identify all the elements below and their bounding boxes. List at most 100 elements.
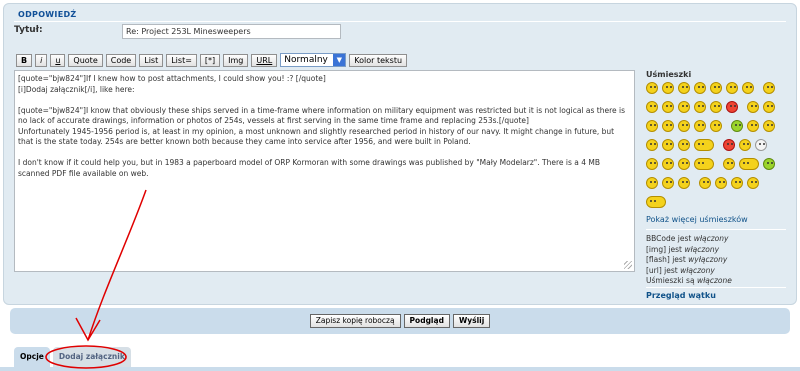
subject-input[interactable] [122,24,341,39]
bold-button[interactable]: B [16,53,33,67]
quote-button[interactable]: Quote [68,53,103,67]
tab-attachments[interactable]: Dodaj załącznik [52,347,131,367]
smiley-icon[interactable] [678,177,690,189]
smilies-status: Uśmieszki są włączone [646,276,732,287]
save-draft-button[interactable]: Zapisz kopię roboczą [309,314,401,328]
message-paragraph: [quote="bjw824"]If I knew how to post at… [18,74,326,94]
url-status: [url] jest włączony [646,266,732,277]
smilies-grid [646,82,786,215]
smiley-icon[interactable] [662,101,674,113]
status-label: BBCode jest [646,234,694,243]
smiley-icon[interactable] [747,101,760,113]
font-size-select[interactable]: Normalny ▼ [280,53,347,67]
img-button[interactable]: Img [223,53,249,67]
smiley-icon[interactable] [694,120,706,132]
smiley-icon[interactable] [723,158,736,170]
smiley-icon[interactable] [662,120,674,132]
status-label: Uśmieszki są [646,276,697,285]
send-button[interactable]: Wyślij [452,314,491,328]
smiley-icon[interactable] [678,139,690,151]
smiley-icon[interactable] [646,82,658,94]
smiley-icon[interactable] [662,177,674,189]
tab-options[interactable]: Opcje [14,347,50,367]
smiley-icon[interactable] [678,158,690,170]
status-value: włączony [680,265,715,275]
smiley-icon[interactable] [694,139,714,151]
message-textarea[interactable]: [quote="bjw824"]If I knew how to post at… [14,70,635,272]
smiley-icon[interactable] [694,82,706,94]
smiley-icon[interactable] [763,120,776,132]
status-value: włączone [696,276,732,285]
panel-divider [14,21,786,22]
underline-button[interactable]: u [50,53,66,67]
smiley-icon[interactable] [710,120,722,132]
preview-button[interactable]: Podgląd [403,314,450,328]
smiley-icon[interactable] [699,177,712,189]
code-button[interactable]: Code [105,53,137,67]
panel-tabs: Opcje Dodaj załącznik [14,347,131,367]
flash-status: [flash] jest wyłączony [646,255,732,266]
status-label: [flash] jest [646,255,689,264]
divider [646,229,786,230]
smiley-icon[interactable] [763,82,776,94]
smiley-icon[interactable] [747,120,760,132]
smiley-icon[interactable] [678,82,690,94]
smiley-icon[interactable] [739,158,760,170]
smiley-icon[interactable] [694,101,706,113]
smiley-icon[interactable] [646,196,666,208]
smiley-icon[interactable] [742,82,754,94]
status-value: włączony [693,234,729,243]
more-smilies-link[interactable]: Pokaż więcej uśmieszków [646,215,748,224]
smiley-icon[interactable] [646,177,658,189]
status-label: [img] jest [646,244,685,254]
smiley-icon[interactable] [731,177,744,189]
smilies-title: Uśmieszki [646,70,692,79]
list-item-button[interactable]: [*] [199,53,221,67]
bbcode-toolbar: B i u Quote Code List List= [*] Img URL … [16,53,408,67]
smiley-icon[interactable] [747,177,760,189]
tabs-floor [0,367,800,371]
resize-grip-icon[interactable] [624,261,632,269]
smiley-icon[interactable] [723,139,736,151]
font-color-button[interactable]: Kolor tekstu [349,53,408,67]
smiley-icon[interactable] [739,139,752,151]
smiley-icon[interactable] [710,82,722,94]
subject-label: Tytuł: [14,25,43,35]
message-paragraph: I don't know if it could help you, but i… [18,158,603,178]
smiley-icon[interactable] [726,82,738,94]
list-button[interactable]: List [139,53,164,67]
smiley-icon[interactable] [662,82,674,94]
url-button[interactable]: URL [251,53,278,67]
status-label: [url] jest [646,265,681,275]
divider [646,287,786,288]
smiley-icon[interactable] [755,139,768,151]
status-value: włączony [684,244,720,254]
smiley-icon[interactable] [646,139,658,151]
smiley-icon[interactable] [646,101,658,113]
smiley-icon[interactable] [694,158,714,170]
ordered-list-button[interactable]: List= [166,53,197,67]
smiley-icon[interactable] [678,101,690,113]
smiley-icon[interactable] [710,101,722,113]
topic-review-link[interactable]: Przegląd wątku [646,291,716,300]
smiley-icon[interactable] [646,158,658,170]
smiley-icon[interactable] [678,120,690,132]
status-value: wyłączony [688,255,728,264]
smiley-icon[interactable] [726,101,738,113]
smiley-icon[interactable] [731,120,744,132]
smiley-icon[interactable] [715,177,728,189]
submit-panel: Zapisz kopię roboczą Podgląd Wyślij [10,308,790,334]
message-paragraph: [quote="bjw824"]I know that obviously th… [18,105,625,147]
smiley-icon[interactable] [662,158,674,170]
bbcode-status-list: BBCode jest włączony [img] jest włączony… [646,234,732,287]
post-editor-page: { "panel": { "title": "ODPOWIEDŹ" }, "su… [0,0,800,371]
chevron-down-icon: ▼ [333,54,346,66]
submit-buttons: Zapisz kopię roboczą Podgląd Wyślij [10,314,790,328]
smiley-icon[interactable] [763,101,776,113]
italic-button[interactable]: i [35,53,48,67]
panel-title: ODPOWIEDŹ [18,10,77,19]
smiley-icon[interactable] [646,120,658,132]
bbcode-status: BBCode jest włączony [646,234,732,245]
smiley-icon[interactable] [763,158,776,170]
smiley-icon[interactable] [662,139,674,151]
